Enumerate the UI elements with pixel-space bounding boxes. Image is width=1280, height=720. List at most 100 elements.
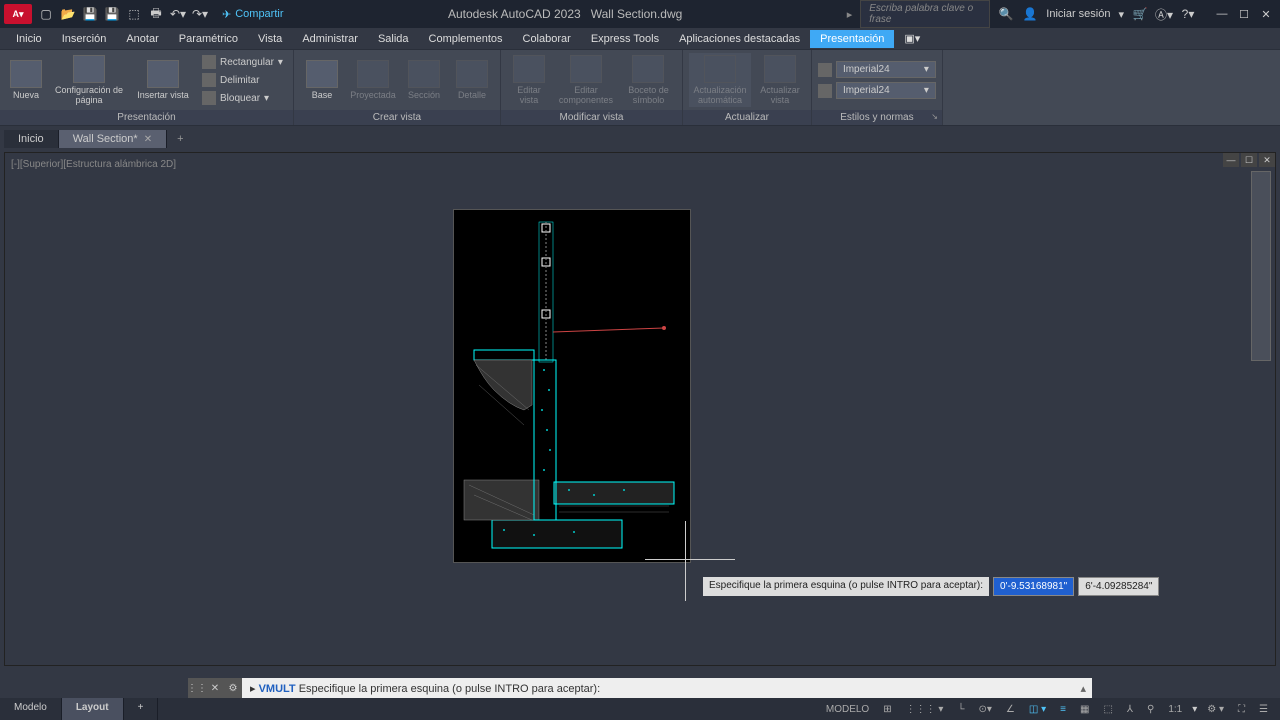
share-button[interactable]: ✈ Compartir — [222, 8, 284, 21]
customize-icon[interactable]: ☰ — [1255, 702, 1272, 717]
tab-insercion[interactable]: Inserción — [52, 30, 117, 48]
ortho-icon[interactable]: └ — [953, 702, 968, 717]
scale-label[interactable]: 1:1 — [1164, 702, 1186, 717]
user-icon[interactable]: 👤 — [1022, 6, 1038, 22]
search-input[interactable]: Escriba palabra clave o frase — [860, 0, 990, 28]
edit-view-button: Editar vista — [507, 53, 551, 107]
open-icon[interactable]: 📂 — [60, 6, 76, 22]
app-icon[interactable]: Ⓐ▾ — [1156, 6, 1172, 22]
add-layout-button[interactable]: + — [124, 698, 159, 720]
lock-button[interactable]: Bloquear ▾ — [198, 90, 287, 106]
tab-vista[interactable]: Vista — [248, 30, 292, 48]
cmd-close-button[interactable]: ✕ — [206, 678, 224, 698]
style1-dropdown[interactable]: Imperial24▾ — [836, 61, 936, 78]
annoscale-icon[interactable]: ⅄ — [1123, 702, 1137, 717]
rectangular-button[interactable]: Rectangular ▾ — [198, 54, 287, 70]
help-icon[interactable]: ?▾ — [1180, 6, 1196, 22]
command-keyword: VMULT — [259, 683, 296, 695]
space-toggle[interactable]: MODELO — [822, 702, 873, 717]
maximize-viewport-icon[interactable]: ⛶ — [1234, 702, 1249, 717]
panel-estilos: Imperial24▾ Imperial24▾ Estilos y normas… — [812, 50, 943, 125]
section-icon — [408, 60, 440, 88]
minimize-button[interactable]: — — [1212, 6, 1232, 22]
tab-extra-icon[interactable]: ▣▾ — [894, 29, 930, 48]
search-icon[interactable]: 🔍 — [998, 6, 1014, 22]
saveas-icon[interactable]: 💾 — [104, 6, 120, 22]
window-title: Autodesk AutoCAD 2023 Wall Section.dwg — [284, 7, 847, 21]
tab-complementos[interactable]: Complementos — [419, 30, 513, 48]
page-setup-icon — [73, 55, 105, 83]
vw-maximize-button[interactable]: ☐ — [1241, 153, 1257, 167]
transp-icon[interactable]: ▦ — [1076, 702, 1093, 717]
new-layout-button[interactable]: Nueva — [6, 58, 46, 102]
lineweight-icon[interactable]: ≡ — [1056, 702, 1070, 717]
clip-button[interactable]: Delimitar — [198, 72, 287, 88]
symbol-sketch-button: Boceto de símbolo — [621, 53, 676, 107]
snap-icon[interactable]: ⋮⋮⋮ ▾ — [902, 702, 948, 717]
dynamic-y-input[interactable]: 6'-4.09285284" — [1078, 577, 1159, 596]
auto-update-icon — [704, 55, 736, 83]
new-file-tab-button[interactable]: + — [167, 130, 193, 148]
view-label[interactable]: [-][Superior][Estructura alámbrica 2D] — [11, 159, 176, 170]
redo-icon[interactable]: ↷▾ — [192, 6, 208, 22]
gear-icon[interactable]: ⚙ ▾ — [1203, 702, 1228, 717]
close-icon[interactable]: ✕ — [144, 134, 152, 145]
title-bar: A ▾ ▢ 📂 💾 💾 ⬚ 🖶 ↶▾ ↷▾ ✈ Compartir Autode… — [0, 0, 1280, 28]
edit-view-icon — [513, 55, 545, 83]
detail-button: Detalle — [450, 58, 494, 102]
tab-parametrico[interactable]: Paramétrico — [169, 30, 248, 48]
osnap-icon[interactable]: ◫ ▾ — [1025, 702, 1050, 717]
close-button[interactable]: ✕ — [1256, 6, 1276, 22]
cmd-config-button[interactable]: ⚙ — [224, 678, 242, 698]
page-setup-button[interactable]: Configuración depágina — [50, 53, 128, 107]
grid-icon[interactable]: ⊞ — [879, 702, 895, 717]
web-open-icon[interactable]: ⬚ — [126, 6, 142, 22]
symbol-sketch-icon — [632, 55, 664, 83]
tab-aplicaciones[interactable]: Aplicaciones destacadas — [669, 30, 810, 48]
vw-minimize-button[interactable]: — — [1223, 153, 1239, 167]
paper-viewport[interactable] — [453, 209, 691, 563]
maximize-button[interactable]: ☐ — [1234, 6, 1254, 22]
dynamic-x-input[interactable]: 0'-9.53168981" — [993, 577, 1074, 596]
style2-dropdown[interactable]: Imperial24▾ — [836, 82, 936, 99]
signin-dropdown-icon[interactable]: ▾ — [1118, 8, 1124, 21]
model-tab[interactable]: Modelo — [0, 698, 62, 720]
panel-modificar-vista: Editar vista Editar componentes Boceto d… — [501, 50, 683, 125]
tab-salida[interactable]: Salida — [368, 30, 419, 48]
tab-anotar[interactable]: Anotar — [116, 30, 168, 48]
insert-view-icon — [147, 60, 179, 88]
save-icon[interactable]: 💾 — [82, 6, 98, 22]
tab-colaborar[interactable]: Colaborar — [513, 30, 581, 48]
panel-crear-vista: Base Proyectada Sección Detalle Crear vi… — [294, 50, 501, 125]
panel-actualizar: Actualización automática Actualizar vist… — [683, 50, 812, 125]
command-line[interactable]: ⋮⋮ ✕ ⚙ ▸ VMULT Especifique la primera es… — [188, 678, 1092, 698]
tab-administrar[interactable]: Administrar — [292, 30, 368, 48]
signin-link[interactable]: Iniciar sesión — [1046, 8, 1110, 20]
new-icon[interactable]: ▢ — [38, 6, 54, 22]
polar-icon[interactable]: ⊙▾ — [975, 702, 996, 717]
cart-icon[interactable]: 🛒 — [1132, 6, 1148, 22]
file-tab-inicio[interactable]: Inicio — [4, 130, 59, 148]
tab-inicio[interactable]: Inicio — [6, 30, 52, 48]
app-logo[interactable]: A ▾ — [4, 4, 32, 24]
vw-close-button[interactable]: ✕ — [1259, 153, 1275, 167]
file-tab-wallsection[interactable]: Wall Section* ✕ — [59, 130, 167, 148]
drawing-area[interactable]: [-][Superior][Estructura alámbrica 2D] —… — [0, 148, 1280, 670]
cmd-history-icon[interactable]: ▴ — [1074, 682, 1092, 695]
undo-icon[interactable]: ↶▾ — [170, 6, 186, 22]
annovis-icon[interactable]: ⚲ — [1143, 702, 1158, 717]
marker-icon[interactable]: ▸ — [847, 8, 853, 21]
layout-tab[interactable]: Layout — [62, 698, 124, 720]
dynamic-prompt: Especifique la primera esquina (o pulse … — [703, 577, 989, 596]
navigation-bar[interactable] — [1251, 171, 1271, 361]
isodraft-icon[interactable]: ∠ — [1002, 702, 1019, 717]
crosshair-horizontal — [645, 559, 735, 560]
base-button[interactable]: Base — [300, 58, 344, 102]
cmd-handle-icon[interactable]: ⋮⋮ — [188, 678, 206, 698]
tab-presentacion[interactable]: Presentación — [810, 30, 894, 48]
plot-icon[interactable]: 🖶 — [148, 6, 164, 22]
detail-icon — [456, 60, 488, 88]
tab-expresstools[interactable]: Express Tools — [581, 30, 669, 48]
cycling-icon[interactable]: ⬚ — [1099, 702, 1116, 717]
insert-view-button[interactable]: Insertar vista — [132, 58, 194, 102]
